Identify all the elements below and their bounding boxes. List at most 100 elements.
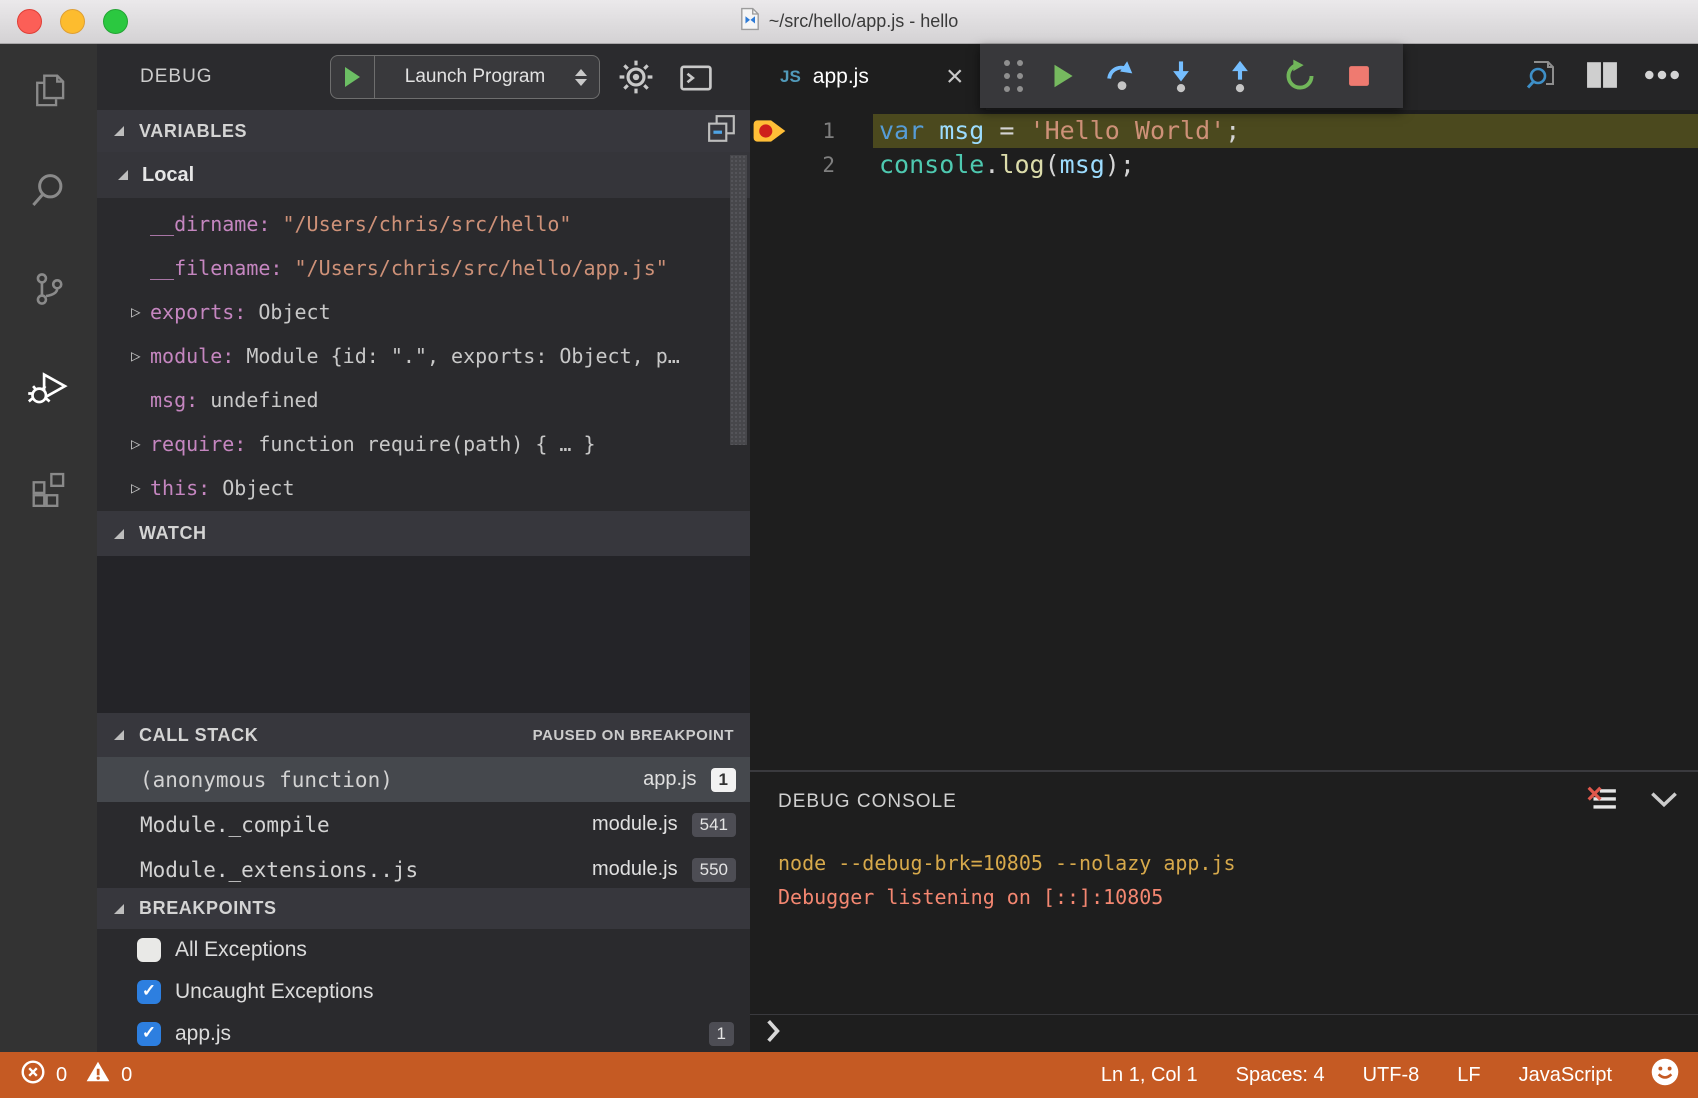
close-tab-icon[interactable]: ×	[946, 62, 964, 92]
variables-list: __dirname: "/Users/chris/src/hello"__fil…	[97, 198, 750, 511]
scope-local-row[interactable]: Local	[97, 152, 750, 198]
call-stack-frame[interactable]: Module._extensions..jsmodule.js550	[97, 847, 750, 888]
javascript-file-icon: JS	[780, 67, 801, 87]
configure-gear-button[interactable]	[618, 59, 654, 100]
collapse-panel-chevron-icon[interactable]	[1650, 791, 1678, 813]
sidebar-item-search[interactable]	[0, 143, 97, 242]
problems-summary[interactable]: 0 0	[20, 1059, 132, 1091]
sidebar-item-debug[interactable]	[0, 341, 97, 440]
code-line[interactable]: 2console.log(msg);	[750, 148, 1698, 182]
breakpoint-row[interactable]: app.js 1	[97, 1013, 750, 1052]
call-stack-frame[interactable]: Module._compilemodule.js541	[97, 802, 750, 847]
frame-line-badge: 550	[692, 858, 736, 882]
sidebar-header: DEBUG Launch Program	[97, 44, 750, 110]
breakpoint-label: app.js	[175, 1022, 231, 1046]
call-stack-frame[interactable]: (anonymous function)app.js1	[97, 757, 750, 802]
variable-value: Object	[222, 476, 294, 500]
breakpoint-row[interactable]: Uncaught Exceptions	[97, 971, 750, 1013]
variable-row[interactable]: ▷require: function require(path) { … }	[97, 422, 750, 466]
sidebar-item-source-control[interactable]	[0, 242, 97, 341]
launch-config-dropdown[interactable]: Launch Program	[330, 55, 600, 99]
status-bar-right: Ln 1, Col 1 Spaces: 4 UTF-8 LF JavaScript	[1101, 1057, 1680, 1093]
variables-section-header[interactable]: VARIABLES	[97, 110, 750, 152]
search-icon	[29, 170, 69, 215]
step-out-button[interactable]	[1220, 53, 1260, 99]
toolbar-drag-handle-icon[interactable]	[1004, 60, 1023, 92]
breakpoint-checkbox[interactable]	[137, 980, 161, 1004]
activity-bar	[0, 44, 97, 1052]
status-item-cursor-position[interactable]: Ln 1, Col 1	[1101, 1064, 1198, 1087]
search-in-file-icon[interactable]	[1524, 57, 1560, 98]
breakpoint-row[interactable]: All Exceptions	[97, 929, 750, 971]
start-debug-button[interactable]	[331, 56, 375, 98]
open-debug-console-button[interactable]	[680, 65, 712, 96]
call-stack-list: (anonymous function)app.js1Module._compi…	[97, 757, 750, 888]
paused-status-badge: PAUSED ON BREAKPOINT	[533, 727, 734, 744]
breakpoint-checkbox[interactable]	[137, 1022, 161, 1046]
variables-header-label: VARIABLES	[139, 121, 247, 142]
variable-value: function require(path) { … }	[258, 432, 595, 456]
restart-button[interactable]	[1280, 53, 1320, 99]
step-into-button[interactable]	[1161, 53, 1201, 99]
code-line[interactable]: 1var msg = 'Hello World';	[750, 114, 1698, 148]
zoom-window-button[interactable]	[103, 9, 128, 34]
clear-console-icon[interactable]	[1586, 786, 1618, 819]
variable-name: exports:	[150, 300, 258, 324]
breakpoint-count-badge: 1	[709, 1022, 734, 1046]
sidebar-scrollbar[interactable]	[730, 155, 747, 445]
console-output-line: Debugger listening on [::]:10805	[750, 880, 1698, 914]
breakpoint-checkbox[interactable]	[137, 938, 161, 962]
frame-line-badge: 1	[711, 768, 736, 792]
minimize-window-button[interactable]	[60, 9, 85, 34]
scope-label: Local	[142, 164, 194, 187]
status-item-indentation[interactable]: Spaces: 4	[1236, 1064, 1325, 1087]
variable-value: "/Users/chris/src/hello/app.js"	[295, 256, 668, 280]
status-item-encoding[interactable]: UTF-8	[1363, 1064, 1420, 1087]
frame-file-name: module.js	[592, 858, 678, 881]
tab-label: app.js	[813, 65, 869, 89]
variable-row[interactable]: __dirname: "/Users/chris/src/hello"	[97, 202, 750, 246]
stop-button[interactable]	[1339, 53, 1379, 99]
variable-value: "/Users/chris/src/hello"	[282, 212, 571, 236]
variable-row[interactable]: __filename: "/Users/chris/src/hello/app.…	[97, 246, 750, 290]
split-editor-icon[interactable]	[1586, 61, 1618, 94]
console-output: node --debug-brk=10805 --nolazy app.jsDe…	[750, 846, 1698, 914]
variable-value: Module {id: ".", exports: Object, p…	[246, 344, 679, 368]
chevron-expanded-icon	[114, 904, 124, 914]
console-input[interactable]	[750, 1014, 1698, 1052]
chevron-collapsed-icon: ▷	[131, 290, 141, 334]
line-number: 1	[800, 119, 835, 143]
titlebar: ~/src/hello/app.js - hello	[0, 0, 1698, 44]
more-actions-icon[interactable]	[1644, 68, 1680, 86]
vscode-window: ~/src/hello/app.js - hello DEBUG	[0, 0, 1698, 1098]
variable-row[interactable]: ▷this: Object	[97, 466, 750, 510]
console-output-line: node --debug-brk=10805 --nolazy app.js	[750, 846, 1698, 880]
variable-row[interactable]: msg: undefined	[97, 378, 750, 422]
status-item-eol[interactable]: LF	[1457, 1064, 1480, 1087]
variable-row[interactable]: ▷exports: Object	[97, 290, 750, 334]
collapse-all-icon[interactable]	[707, 114, 737, 149]
watch-section-header[interactable]: WATCH	[97, 511, 750, 556]
step-over-button[interactable]	[1102, 53, 1142, 99]
traffic-lights	[17, 9, 128, 34]
dropdown-spinner-icon	[575, 69, 587, 86]
continue-button[interactable]	[1042, 53, 1082, 99]
status-item-language-mode[interactable]: JavaScript	[1519, 1064, 1612, 1087]
close-window-button[interactable]	[17, 9, 42, 34]
debug-sidebar: DEBUG Launch Program VARIABLES	[97, 44, 750, 1052]
editor-actions	[1524, 44, 1680, 110]
breakpoints-section-header[interactable]: BREAKPOINTS	[97, 888, 750, 929]
call-stack-section-header[interactable]: CALL STACK PAUSED ON BREAKPOINT	[97, 713, 750, 757]
variable-value: undefined	[210, 388, 318, 412]
sidebar-item-extensions[interactable]	[0, 440, 97, 539]
variable-row[interactable]: ▷module: Module {id: ".", exports: Objec…	[97, 334, 750, 378]
sidebar-item-explorer[interactable]	[0, 44, 97, 143]
tab-app-js[interactable]: JS app.js ×	[750, 44, 986, 110]
explorer-icon	[29, 71, 69, 116]
feedback-smiley-icon[interactable]	[1650, 1057, 1680, 1093]
breakpoint-current-line-icon[interactable]	[750, 118, 800, 144]
variable-name: require:	[150, 432, 258, 456]
code-editor[interactable]: 1var msg = 'Hello World';2console.log(ms…	[750, 110, 1698, 182]
frame-file-name: app.js	[643, 768, 696, 791]
chevron-expanded-icon	[114, 529, 124, 539]
